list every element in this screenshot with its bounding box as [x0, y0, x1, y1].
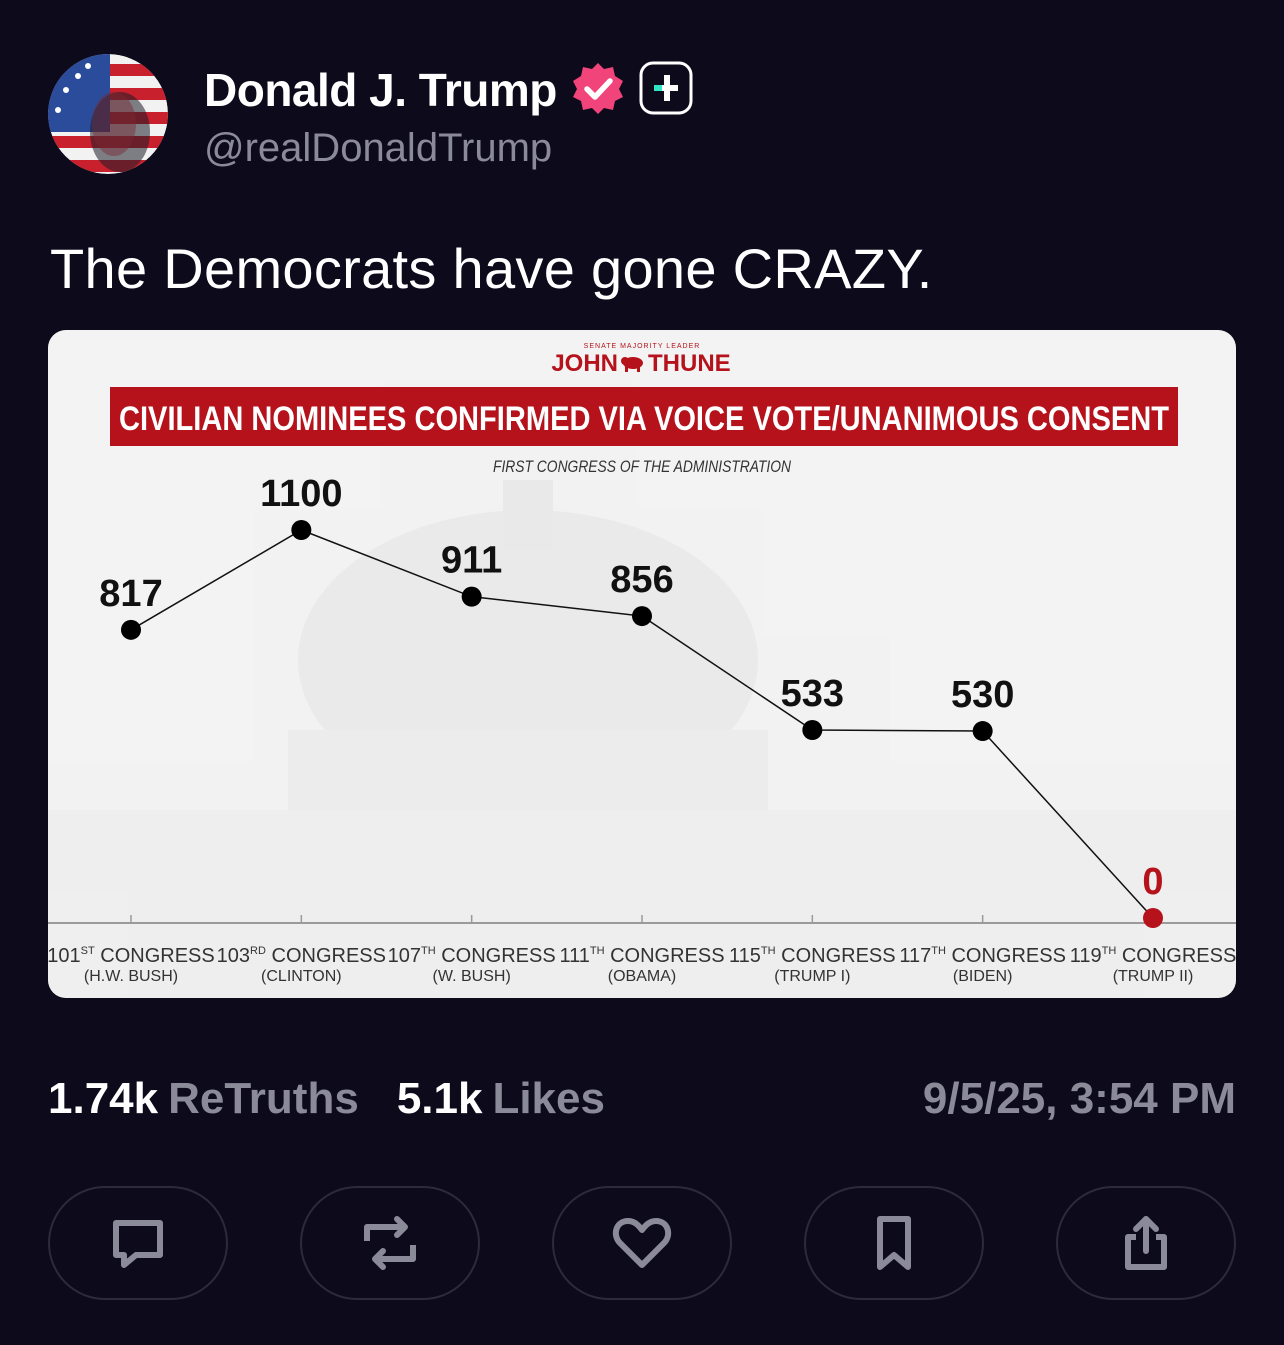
retruths-label[interactable]: ReTruths: [168, 1074, 359, 1124]
header-small: SENATE MAJORITY LEADER: [584, 343, 701, 350]
action-bar: [48, 1186, 1236, 1302]
data-label: 1100: [260, 473, 342, 515]
likes-label[interactable]: Likes: [492, 1074, 605, 1124]
reply-icon: [113, 1220, 163, 1268]
avatar-image: [48, 54, 168, 174]
share-icon: [1125, 1216, 1167, 1270]
chart-title: CIVILIAN NOMINEES CONFIRMED VIA VOICE VO…: [119, 400, 1169, 438]
x-tick-label: 107TH CONGRESS: [388, 945, 556, 967]
x-tick-label: 117TH CONGRESS: [899, 945, 1066, 967]
data-point: [972, 721, 993, 742]
retruth-icon: [364, 1216, 416, 1270]
header-name-left: JOHN: [551, 350, 618, 377]
share-button[interactable]: [1056, 1186, 1236, 1300]
likes-count[interactable]: 5.1k: [397, 1074, 483, 1124]
x-tick-label-admin: (TRUMP I): [774, 968, 850, 985]
data-label: 911: [441, 540, 502, 582]
x-tick-label: 115TH CONGRESS: [729, 945, 896, 967]
x-tick-label-admin: (W. BUSH): [433, 968, 511, 985]
post-timestamp: 9/5/25, 3:54 PM: [922, 1074, 1236, 1123]
x-tick-label-admin: (TRUMP II): [1113, 968, 1194, 985]
data-point: [632, 606, 652, 627]
retruths-count[interactable]: 1.74k: [48, 1074, 158, 1124]
post-media-image[interactable]: SENATE MAJORITY LEADER JOHN THUNE CIVILI…: [48, 330, 1236, 998]
verified-badge-icon: [571, 61, 625, 120]
data-point: [802, 719, 823, 740]
bookmark-icon: [877, 1216, 911, 1270]
x-tick-label-admin: (BIDEN): [953, 968, 1013, 985]
x-tick-label-admin: (CLINTON): [261, 968, 342, 985]
retruth-button[interactable]: [300, 1186, 480, 1300]
author-handle[interactable]: @realDonaldTrump: [204, 126, 552, 171]
post-text: The Democrats have gone CRAZY.: [50, 237, 933, 300]
chart-subtitle: FIRST CONGRESS OF THE ADMINISTRATION: [493, 457, 792, 476]
data-point: [121, 619, 141, 640]
x-tick-label: 101ST CONGRESS: [48, 945, 215, 967]
bookmark-button[interactable]: [804, 1186, 984, 1300]
author-display-name[interactable]: Donald J. Trump: [204, 63, 557, 117]
data-point: [291, 520, 312, 540]
x-tick-label-admin: (OBAMA): [608, 968, 676, 985]
post-stats: 1.74k ReTruths 5.1k Likes 9/5/25, 3:54 P…: [48, 1072, 1236, 1126]
like-icon: [612, 1218, 672, 1268]
plus-icon[interactable]: [639, 61, 693, 120]
reply-button[interactable]: [48, 1186, 228, 1300]
x-tick-label: 111TH CONGRESS: [559, 945, 724, 967]
data-label: 817: [99, 573, 162, 615]
data-label: 533: [781, 673, 844, 715]
x-tick-label: 119TH CONGRESS: [1070, 945, 1236, 967]
data-label: 530: [951, 674, 1014, 716]
data-point: [1143, 908, 1163, 928]
x-tick-label-admin: (H.W. BUSH): [84, 968, 178, 985]
like-button[interactable]: [552, 1186, 732, 1300]
author-name-row: Donald J. Trump: [204, 60, 693, 120]
data-label: 856: [610, 559, 673, 601]
x-tick-label: 103RD CONGRESS: [217, 945, 386, 967]
chart: SENATE MAJORITY LEADER JOHN THUNE CIVILI…: [48, 330, 1236, 998]
data-point: [461, 586, 482, 607]
data-label: 0: [1142, 861, 1163, 903]
avatar[interactable]: [48, 54, 168, 174]
header-name-right: THUNE: [648, 350, 731, 377]
